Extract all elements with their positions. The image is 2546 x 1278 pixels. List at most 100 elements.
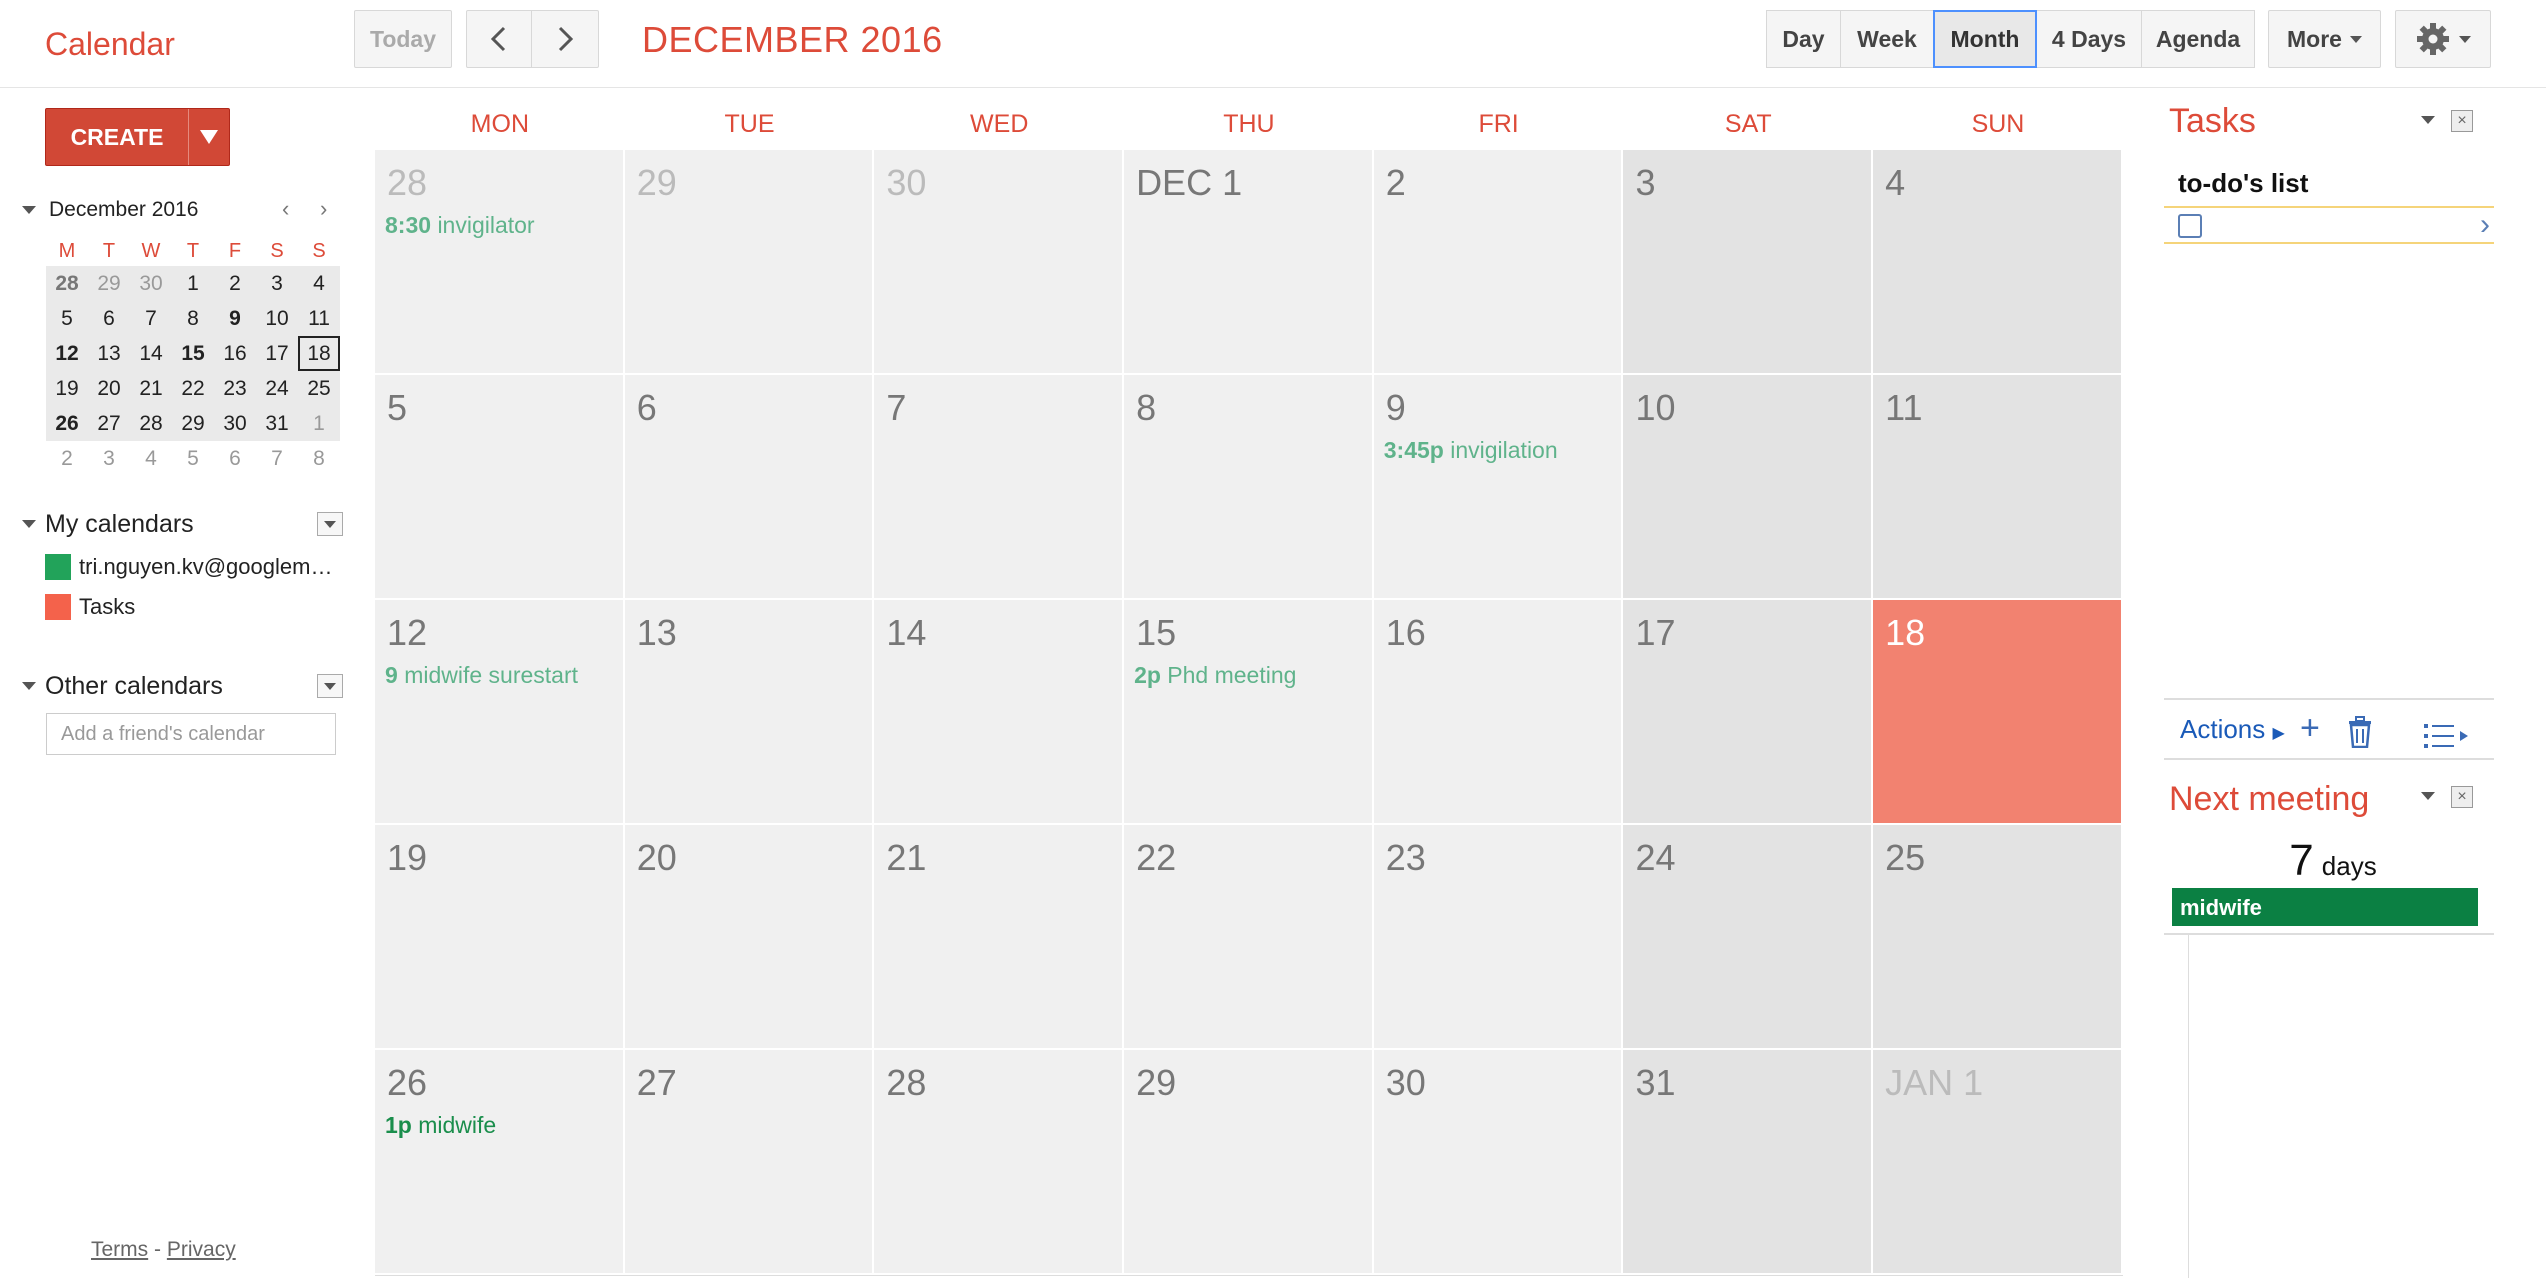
mini-day[interactable]: 30 — [130, 266, 172, 301]
event-chip[interactable]: 2p Phd meeting — [1134, 662, 1296, 689]
mini-day[interactable]: 17 — [256, 336, 298, 371]
list-options-icon[interactable] — [2424, 722, 2474, 750]
mini-day[interactable]: 6 — [214, 441, 256, 476]
day-cell[interactable]: 29 — [1124, 1050, 1374, 1275]
day-number[interactable]: 28 — [387, 162, 427, 204]
day-number[interactable]: 24 — [1635, 837, 1675, 879]
task-checkbox[interactable] — [2178, 214, 2202, 238]
day-cell[interactable]: 21 — [874, 825, 1125, 1050]
mini-day[interactable]: 7 — [256, 441, 298, 476]
close-icon[interactable]: × — [2451, 110, 2473, 132]
mini-day[interactable]: 30 — [214, 406, 256, 441]
mini-day[interactable]: 4 — [298, 266, 340, 301]
day-number[interactable]: 17 — [1635, 612, 1675, 654]
view-month-button[interactable]: Month — [1933, 10, 2037, 68]
day-number[interactable]: 16 — [1386, 612, 1426, 654]
next-button[interactable] — [531, 10, 599, 68]
dropdown-menu-icon[interactable] — [317, 674, 343, 698]
mini-day[interactable]: 5 — [172, 441, 214, 476]
event-chip[interactable]: 9 midwife surestart — [385, 662, 578, 689]
day-number[interactable]: 28 — [886, 1062, 926, 1104]
day-cell[interactable]: 14 — [874, 600, 1125, 825]
dropdown-menu-icon[interactable] — [317, 512, 343, 536]
terms-link[interactable]: Terms — [91, 1238, 148, 1261]
mini-day[interactable]: 3 — [88, 441, 130, 476]
other-calendars-label[interactable]: Other calendars — [45, 672, 223, 701]
day-number[interactable]: 14 — [886, 612, 926, 654]
mini-day[interactable]: 16 — [214, 336, 256, 371]
create-dropdown-button[interactable] — [188, 109, 229, 165]
mini-day[interactable]: 19 — [46, 371, 88, 406]
chevron-right-icon[interactable]: › — [2480, 208, 2490, 242]
mini-day[interactable]: 5 — [46, 301, 88, 336]
day-cell[interactable]: 30 — [874, 150, 1125, 375]
mini-day[interactable]: 7 — [130, 301, 172, 336]
event-chip[interactable]: 8:30 invigilator — [385, 212, 535, 239]
day-number[interactable]: 30 — [886, 162, 926, 204]
day-number[interactable]: 18 — [1885, 612, 1925, 654]
day-number[interactable]: 3 — [1635, 162, 1655, 204]
day-number[interactable]: 9 — [1386, 387, 1406, 429]
app-logo[interactable]: Calendar — [45, 26, 175, 63]
mini-prev-icon[interactable]: ‹ — [282, 196, 289, 222]
create-label[interactable]: CREATE — [46, 109, 188, 165]
day-cell[interactable]: 20 — [624, 825, 875, 1050]
day-number[interactable]: DEC 1 — [1136, 162, 1242, 204]
day-cell[interactable]: 30 — [1373, 1050, 1624, 1275]
day-cell[interactable]: 11 — [1873, 375, 2123, 600]
day-cell[interactable]: 10 — [1623, 375, 1874, 600]
day-cell[interactable]: 23 — [1373, 825, 1624, 1050]
chevron-down-icon[interactable] — [2421, 116, 2435, 124]
mini-day[interactable]: 1 — [172, 266, 214, 301]
settings-button[interactable] — [2395, 10, 2491, 68]
mini-day[interactable]: 23 — [214, 371, 256, 406]
day-cell-today[interactable]: 18 — [1873, 600, 2123, 825]
mini-next-icon[interactable]: › — [320, 196, 327, 222]
event-chip[interactable]: 3:45p invigilation — [1384, 437, 1558, 464]
add-friend-calendar-input[interactable]: Add a friend's calendar — [46, 713, 336, 755]
day-number[interactable]: 15 — [1136, 612, 1176, 654]
day-cell[interactable]: 16 — [1373, 600, 1624, 825]
mini-day[interactable]: 8 — [298, 441, 340, 476]
day-number[interactable]: 29 — [637, 162, 677, 204]
day-number[interactable]: JAN 1 — [1885, 1062, 1983, 1104]
day-number[interactable]: 21 — [886, 837, 926, 879]
day-number[interactable]: 2 — [1386, 162, 1406, 204]
day-number[interactable]: 11 — [1885, 387, 1922, 429]
day-cell[interactable]: 4 — [1873, 150, 2123, 375]
mini-day-today[interactable]: 18 — [298, 336, 340, 371]
close-icon[interactable]: × — [2451, 786, 2473, 808]
mini-day[interactable]: 25 — [298, 371, 340, 406]
create-button[interactable]: CREATE — [45, 108, 230, 166]
collapse-icon[interactable] — [22, 206, 36, 214]
add-task-icon[interactable]: + — [2300, 710, 2320, 746]
mini-day[interactable]: 22 — [172, 371, 214, 406]
my-calendars-header[interactable]: My calendars — [18, 508, 343, 542]
day-cell[interactable]: 27 — [624, 1050, 875, 1275]
day-number[interactable]: 12 — [387, 612, 427, 654]
mini-day[interactable]: 14 — [130, 336, 172, 371]
mini-day[interactable]: 2 — [214, 266, 256, 301]
day-number[interactable]: 4 — [1885, 162, 1905, 204]
mini-day[interactable]: 26 — [46, 406, 88, 441]
collapse-icon[interactable] — [22, 682, 36, 690]
day-number[interactable]: 22 — [1136, 837, 1176, 879]
privacy-link[interactable]: Privacy — [167, 1238, 236, 1261]
mini-day[interactable]: 27 — [88, 406, 130, 441]
calendar-item-tasks[interactable]: Tasks — [45, 594, 135, 620]
mini-day[interactable]: 13 — [88, 336, 130, 371]
mini-day[interactable]: 11 — [298, 301, 340, 336]
other-calendars-header[interactable]: Other calendars — [18, 670, 343, 704]
mini-day[interactable]: 3 — [256, 266, 298, 301]
more-button[interactable]: More — [2268, 10, 2381, 68]
view-day-button[interactable]: Day — [1766, 10, 1841, 68]
day-number[interactable]: 27 — [637, 1062, 677, 1104]
day-number[interactable]: 13 — [637, 612, 677, 654]
day-cell[interactable]: 3 — [1623, 150, 1874, 375]
mini-day[interactable]: 21 — [130, 371, 172, 406]
mini-calendar-title[interactable]: December 2016 — [49, 198, 198, 222]
day-number[interactable]: 8 — [1136, 387, 1156, 429]
day-cell[interactable]: 2 — [1373, 150, 1624, 375]
previous-button[interactable] — [466, 10, 532, 68]
mini-day[interactable]: 31 — [256, 406, 298, 441]
